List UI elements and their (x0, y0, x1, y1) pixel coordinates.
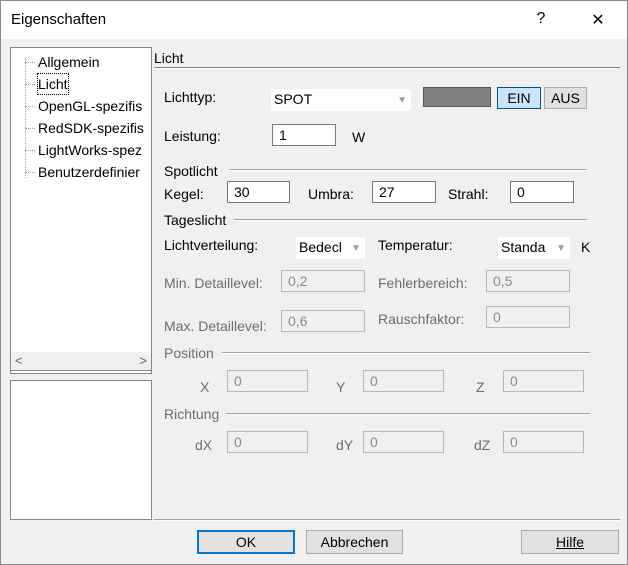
dy-input[interactable]: 0 (363, 431, 444, 453)
spotlicht-section-title: Spotlicht (164, 163, 218, 179)
z-label: Z (476, 379, 485, 395)
kegel-input[interactable]: 30 (227, 181, 290, 203)
tree-item-label: OpenGL-spezifis (38, 98, 143, 114)
min-detaillevel-input[interactable]: 0,2 (281, 270, 365, 292)
properties-dialog: Eigenschaften ? ✕ Allgemein Licht OpenGL… (0, 0, 628, 565)
scroll-left-icon[interactable]: < (15, 353, 23, 368)
temperatur-value: Standa (501, 239, 546, 255)
lichtverteilung-select[interactable]: Bedecl ▼ (296, 237, 365, 259)
z-input[interactable]: 0 (503, 370, 584, 392)
tree-item-label: Benutzerdefinier (38, 164, 140, 180)
tree-item-lightworks[interactable]: LightWorks-spez (11, 140, 151, 160)
dz-label: dZ (474, 437, 491, 453)
y-label: Y (336, 379, 346, 395)
aus-button[interactable]: AUS (544, 87, 587, 109)
leistung-label: Leistung: (164, 128, 221, 144)
tree-item-opengl[interactable]: OpenGL-spezifis (11, 96, 151, 116)
rauschfaktor-label: Rauschfaktor: (378, 311, 465, 327)
umbra-label: Umbra: (308, 186, 354, 202)
leistung-unit: W (352, 129, 366, 145)
window-title: Eigenschaften (11, 11, 107, 28)
panel-title-divider (154, 67, 620, 69)
footer-divider (154, 519, 620, 521)
chevron-down-icon: ▼ (556, 243, 566, 254)
close-icon[interactable]: ✕ (588, 10, 608, 30)
tree-item-allgemein[interactable]: Allgemein (11, 52, 151, 72)
fehlerbereich-input[interactable]: 0,5 (486, 270, 570, 292)
tree-item-benutzerdefiniert[interactable]: Benutzerdefinier (11, 162, 151, 182)
fehlerbereich-label: Fehlerbereich: (378, 275, 468, 291)
umbra-input[interactable]: 27 (372, 181, 436, 203)
tree-item-label: Allgemein (38, 54, 100, 70)
aus-label: AUS (551, 90, 580, 106)
richtung-section-title: Richtung (164, 406, 220, 422)
leistung-input[interactable]: 1 (272, 124, 336, 146)
chevron-down-icon: ▼ (397, 95, 407, 106)
dz-input[interactable]: 0 (503, 431, 584, 453)
position-divider (222, 352, 590, 354)
tageslicht-section-title: Tageslicht (164, 212, 227, 228)
max-detaillevel-label: Max. Detaillevel: (164, 318, 267, 334)
dx-label: dX (195, 437, 213, 453)
lichttyp-select[interactable]: SPOT ▼ (271, 89, 411, 111)
temperatur-unit: K (581, 239, 591, 255)
strahl-label: Strahl: (448, 186, 489, 202)
richtung-divider (226, 413, 590, 415)
tree-item-label: LightWorks-spez (38, 142, 143, 158)
ok-button[interactable]: OK (197, 530, 295, 554)
x-label: X (200, 379, 210, 395)
ein-button[interactable]: EIN (497, 87, 541, 109)
lichttyp-label: Lichttyp: (164, 89, 217, 105)
title-bar: Eigenschaften ? ✕ (1, 1, 627, 39)
x-input[interactable]: 0 (227, 370, 308, 392)
tree-item-redsdk[interactable]: RedSDK-spezifis (11, 118, 151, 138)
panel-title: Licht (154, 50, 184, 66)
rauschfaktor-input[interactable]: 0 (486, 306, 570, 328)
temperatur-select[interactable]: Standa ▼ (498, 237, 570, 259)
scroll-right-icon[interactable]: > (139, 353, 147, 368)
y-input[interactable]: 0 (363, 370, 444, 392)
color-swatch-button[interactable] (423, 87, 491, 107)
cancel-button[interactable]: Abbrechen (306, 530, 403, 554)
ein-label: EIN (507, 90, 531, 106)
help-button[interactable]: Hilfe (521, 530, 619, 554)
spotlicht-divider (229, 169, 587, 171)
kegel-label: Kegel: (164, 186, 204, 202)
lichtverteilung-value: Bedecl (299, 239, 342, 255)
tree-item-licht[interactable]: Licht (11, 73, 151, 95)
position-section-title: Position (164, 345, 214, 361)
tageslicht-divider (234, 219, 587, 221)
min-detaillevel-label: Min. Detaillevel: (164, 275, 263, 291)
chevron-down-icon: ▼ (351, 243, 361, 254)
lichtverteilung-label: Lichtverteilung: (164, 237, 259, 253)
temperatur-label: Temperatur: (378, 237, 453, 253)
category-tree[interactable]: Allgemein Licht OpenGL-spezifis RedSDK-s… (10, 47, 152, 374)
lichttyp-value: SPOT (274, 91, 313, 107)
tree-horizontal-scrollbar[interactable]: < > (10, 352, 152, 371)
dx-input[interactable]: 0 (227, 431, 308, 453)
tree-item-label: RedSDK-spezifis (38, 120, 144, 136)
help-icon[interactable]: ? (531, 10, 551, 28)
description-pane (10, 380, 152, 520)
tree-item-label: Licht (37, 73, 69, 95)
max-detaillevel-input[interactable]: 0,6 (281, 310, 365, 332)
dy-label: dY (336, 437, 354, 453)
strahl-input[interactable]: 0 (510, 181, 574, 203)
help-button-label: Hilfe (555, 534, 584, 550)
